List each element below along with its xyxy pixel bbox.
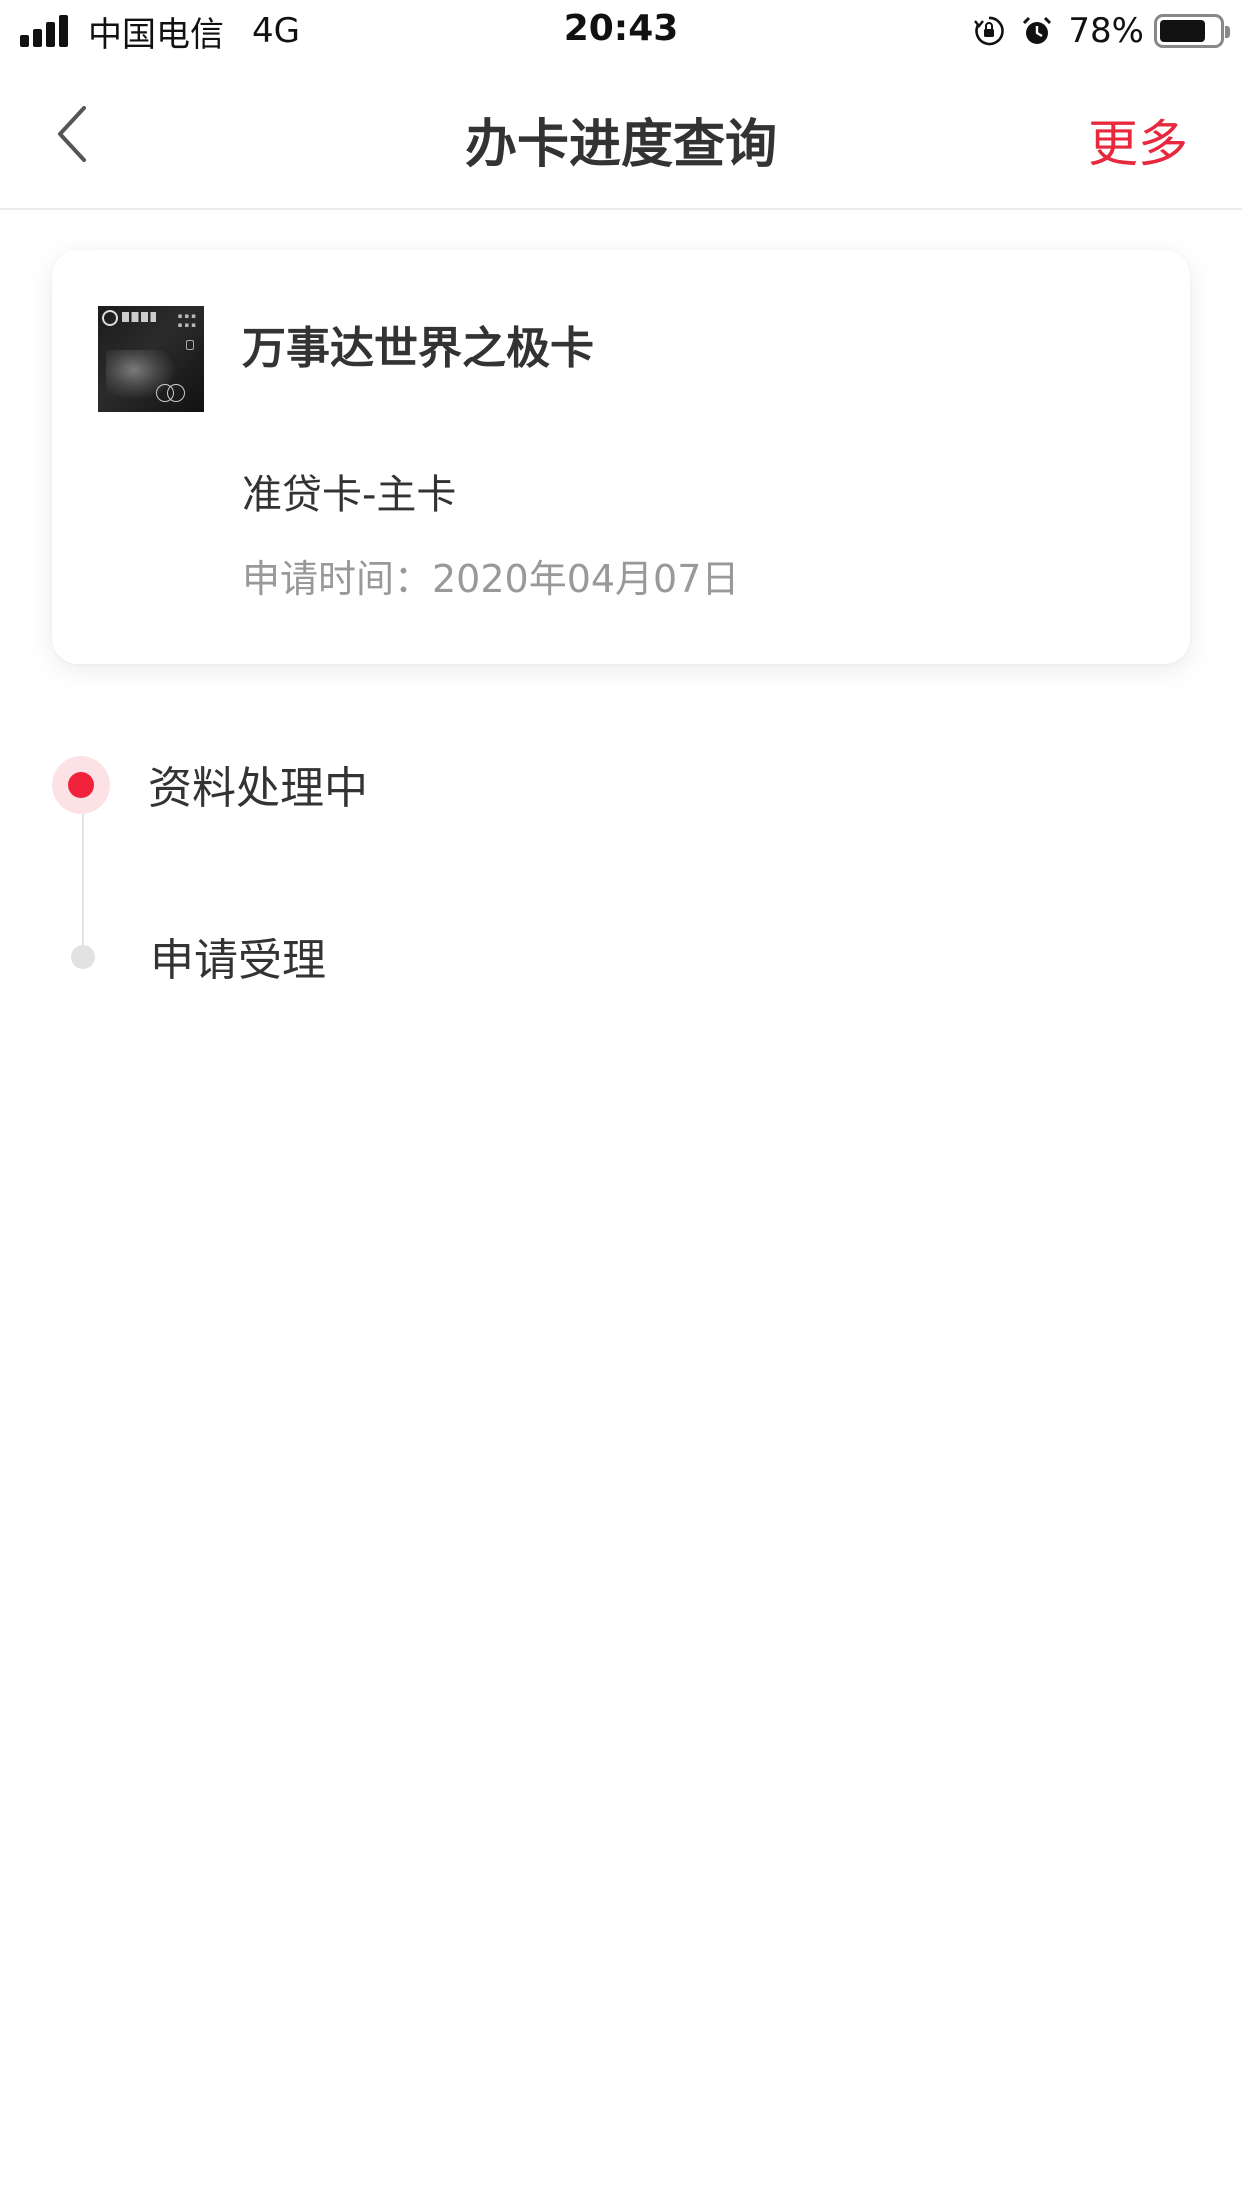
mastercard-logo-icon xyxy=(156,384,186,402)
card-tier-mark: ▪▪▪ ▪▪▪ xyxy=(177,312,198,329)
step-label-previous: 申请受理 xyxy=(150,935,326,986)
active-step-dot xyxy=(68,772,94,798)
card-info-panel: ▪▪▪ ▪▪▪ 万事达世界之极卡 准贷卡-主卡 申请时间：2020年04月07日 xyxy=(52,250,1190,664)
bank-name-mark xyxy=(122,312,156,322)
contactless-icon xyxy=(186,340,194,350)
battery-percent: 78% xyxy=(1068,11,1144,51)
bank-logo-icon xyxy=(102,310,118,326)
alarm-clock-icon xyxy=(1020,14,1054,48)
status-bar: 中国电信 4G 20:43 78% xyxy=(0,0,1242,62)
battery-cap xyxy=(1225,26,1230,38)
inactive-step-dot xyxy=(71,945,95,969)
card-name: 万事达世界之极卡 xyxy=(242,323,594,374)
battery-fill xyxy=(1160,20,1206,42)
battery-icon xyxy=(1154,14,1230,48)
progress-timeline: 资料处理中 申请受理 xyxy=(0,700,1242,1020)
page-title: 办卡进度查询 xyxy=(464,115,777,175)
more-button[interactable]: 更多 xyxy=(1088,104,1188,176)
rotation-lock-icon xyxy=(972,14,1006,48)
credit-card-image: ▪▪▪ ▪▪▪ xyxy=(98,306,204,412)
navigation-bar: 办卡进度查询 更多 xyxy=(0,62,1242,210)
step-label-current: 资料处理中 xyxy=(148,763,368,814)
status-bar-right: 78% xyxy=(972,10,1230,52)
application-date: 申请时间：2020年04月07日 xyxy=(242,557,740,601)
card-type: 准贷卡-主卡 xyxy=(242,472,457,518)
